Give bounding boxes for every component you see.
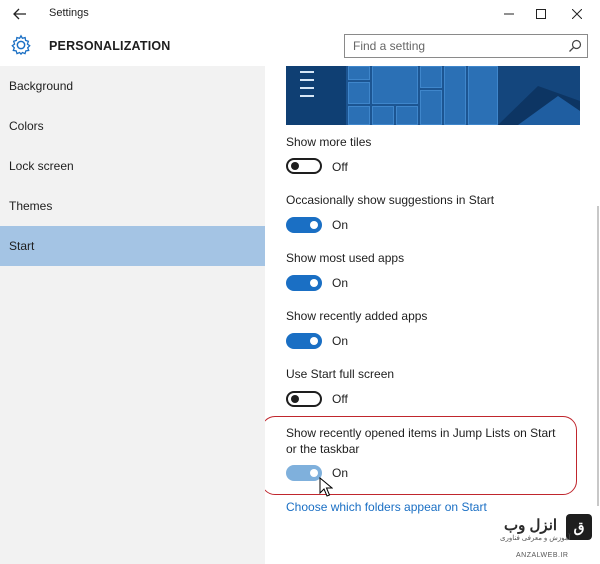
- close-icon: [572, 9, 582, 19]
- setting-label-jump-lists-line2: or the taskbar: [286, 442, 360, 456]
- sidebar-item-colors[interactable]: Colors: [0, 106, 265, 146]
- search-box[interactable]: [344, 34, 588, 58]
- main-content: Show more tiles Off Occasionally show su…: [265, 66, 600, 564]
- sidebar-item-label: Colors: [9, 119, 44, 133]
- sidebar-item-label: Lock screen: [9, 159, 74, 173]
- setting-label-suggestions: Occasionally show suggestions in Start: [286, 193, 495, 207]
- sidebar-item-label: Background: [9, 79, 74, 93]
- search-input[interactable]: [353, 37, 563, 55]
- preview-start-list: [286, 66, 346, 125]
- toggle-state: On: [332, 218, 349, 232]
- toggle-full-screen[interactable]: [286, 391, 322, 407]
- sidebar-item-label: Start: [9, 239, 35, 253]
- sidebar-item-background[interactable]: Background: [0, 66, 265, 106]
- maximize-icon: [536, 9, 546, 19]
- toggle-suggestions[interactable]: [286, 217, 322, 233]
- sidebar-item-label: Themes: [9, 199, 53, 213]
- back-arrow-icon: [13, 8, 26, 20]
- start-preview-image: [286, 66, 580, 125]
- choose-folders-link[interactable]: Choose which folders appear on Start: [286, 500, 487, 514]
- watermark-url: ANZALWEB.IR: [516, 552, 569, 559]
- toggle-recently-added[interactable]: [286, 333, 322, 349]
- setting-label-jump-lists: Show recently opened items in Jump Lists…: [286, 426, 556, 440]
- minimize-icon: [504, 13, 514, 15]
- toggle-show-more-tiles[interactable]: [286, 158, 322, 174]
- gear-icon: [11, 34, 31, 56]
- watermark-logo: ق انزل وب آموزش و معرفی فناوری ANZALWEB.…: [490, 514, 600, 564]
- toggle-state: Off: [332, 392, 348, 406]
- sidebar-item-start[interactable]: Start: [0, 226, 265, 266]
- page-title: PERSONALIZATION: [49, 39, 171, 53]
- setting-label-recently-added: Show recently added apps: [286, 309, 428, 323]
- sidebar: Background Colors Lock screen Themes Sta…: [0, 66, 265, 564]
- scrollbar[interactable]: [596, 66, 600, 564]
- close-button[interactable]: [554, 0, 600, 28]
- setting-label-show-more-tiles: Show more tiles: [286, 135, 372, 149]
- toggle-jump-lists[interactable]: [286, 465, 322, 481]
- toggle-state: On: [332, 334, 349, 348]
- preview-wallpaper: [498, 66, 580, 125]
- search-icon[interactable]: [568, 39, 582, 53]
- window-title: Settings: [49, 7, 89, 19]
- toggle-state: On: [332, 466, 349, 480]
- toggle-most-used[interactable]: [286, 275, 322, 291]
- page-header: PERSONALIZATION: [0, 28, 600, 66]
- scrollbar-thumb[interactable]: [597, 206, 599, 506]
- sidebar-item-lock-screen[interactable]: Lock screen: [0, 146, 265, 186]
- toggle-state: Off: [332, 160, 348, 174]
- setting-label-most-used: Show most used apps: [286, 251, 405, 265]
- toggle-state: On: [332, 276, 349, 290]
- back-button[interactable]: [6, 2, 34, 26]
- mouse-cursor-icon: [319, 477, 333, 497]
- title-bar: Settings: [0, 0, 600, 28]
- watermark-tagline: آموزش و معرفی فناوری: [500, 535, 571, 542]
- watermark-brand: انزل وب: [504, 517, 558, 534]
- sidebar-item-themes[interactable]: Themes: [0, 186, 265, 226]
- setting-label-full-screen: Use Start full screen: [286, 367, 395, 381]
